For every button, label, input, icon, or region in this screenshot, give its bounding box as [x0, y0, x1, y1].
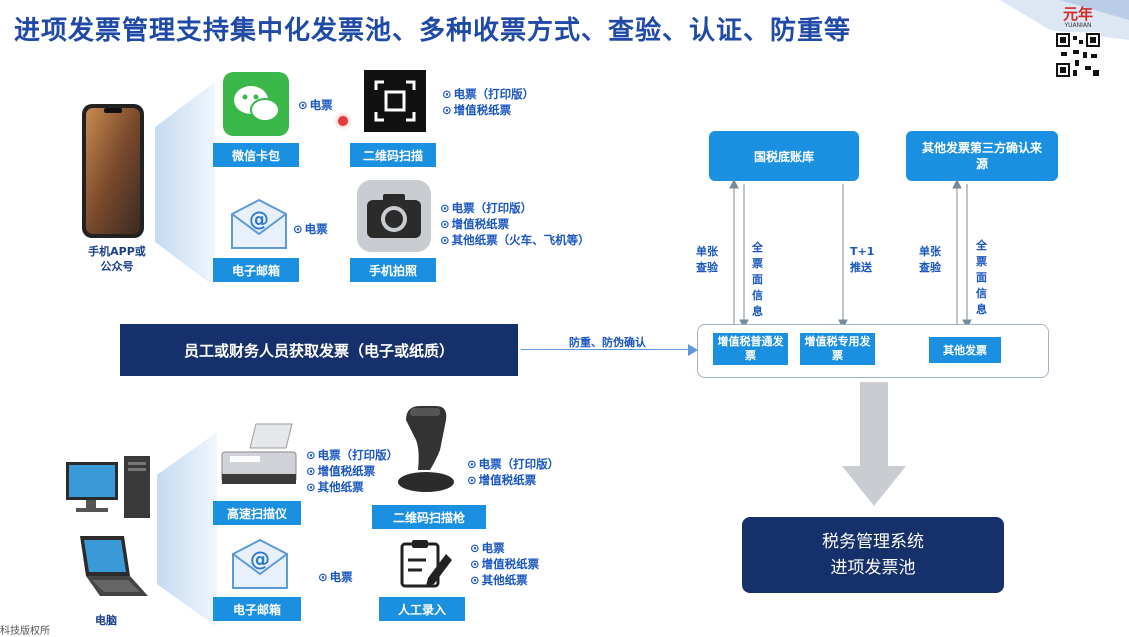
tax-system-box: 税务管理系统 进项发票池	[742, 517, 1004, 593]
email-top-bullets: 电票	[293, 221, 328, 237]
scanner-button[interactable]: 高速扫描仪	[213, 501, 301, 525]
svg-text:@: @	[249, 207, 269, 231]
footer-text: 科技版权所	[0, 626, 50, 637]
desktop-computer-icon	[66, 456, 150, 518]
wechat-bullets: 电票	[298, 97, 333, 113]
wechat-icon	[223, 72, 289, 136]
qrscan-bullets: 电票（打印版）增值税纸票	[442, 86, 535, 118]
verify-label: 防重、防伪确认	[569, 336, 646, 349]
tax-database-box: 国税底账库	[709, 131, 859, 181]
cursor-dot	[338, 116, 348, 126]
mobile-label: 手机APP或 公众号	[88, 245, 146, 273]
invoice-type-other: 其他发票	[929, 337, 1001, 363]
email-button-top[interactable]: 电子邮箱	[213, 258, 299, 282]
scanner-bullets: 电票（打印版）增值税纸票其他纸票	[306, 447, 399, 495]
email-button-bottom[interactable]: 电子邮箱	[213, 597, 301, 621]
scan-gun-bullets: 电票（打印版）增值税纸票	[467, 456, 560, 488]
photo-button[interactable]: 手机拍照	[350, 258, 436, 282]
single-check-label-2: 单张查验	[919, 245, 941, 274]
qr-code-image	[1055, 32, 1101, 78]
t1-push-label: T+1推送	[850, 245, 875, 274]
invoice-type-ordinary: 增值税普通发票	[713, 333, 788, 365]
scan-gun-button[interactable]: 二维码扫描枪	[372, 505, 486, 529]
third-party-box: 其他发票第三方确认来源	[906, 131, 1058, 181]
laptop-icon	[80, 536, 148, 596]
wechat-card-button[interactable]: 微信卡包	[213, 143, 299, 167]
computer-band	[157, 432, 217, 627]
email-icon-bottom: @	[232, 538, 288, 589]
qr-scan-icon	[364, 70, 426, 132]
photo-bullets: 电票（打印版）增值税纸票其他纸票（火车、飞机等）	[440, 200, 590, 248]
manual-entry-icon	[400, 540, 452, 588]
brand-logo: 元年 YUANIAN	[1062, 5, 1093, 29]
qr-scan-button[interactable]: 二维码扫描	[350, 143, 436, 167]
full-info-label-2: 全票面信息	[976, 239, 987, 316]
camera-icon	[357, 180, 431, 252]
mobile-band	[155, 82, 215, 287]
down-arrow	[842, 382, 906, 506]
svg-text:@: @	[250, 547, 270, 571]
scanner-icon	[221, 423, 297, 484]
computer-label: 电脑	[95, 614, 117, 627]
single-check-label-1: 单张查验	[696, 245, 718, 274]
manual-bullets: 电票增值税纸票其他纸票	[470, 540, 540, 588]
full-info-label-1: 全票面信息	[752, 241, 763, 318]
invoice-type-special: 增值税专用发票	[800, 333, 875, 365]
page-title: 进项发票管理支持集中化发票池、多种收票方式、查验、认证、防重等	[14, 16, 852, 46]
email-icon: @	[231, 198, 287, 249]
manual-entry-button[interactable]: 人工录入	[379, 597, 465, 621]
phone-icon	[82, 104, 144, 238]
email-bottom-bullets: 电票	[318, 569, 353, 585]
scan-gun-icon	[398, 406, 454, 492]
employee-box: 员工或财务人员获取发票（电子或纸质）	[120, 324, 518, 376]
